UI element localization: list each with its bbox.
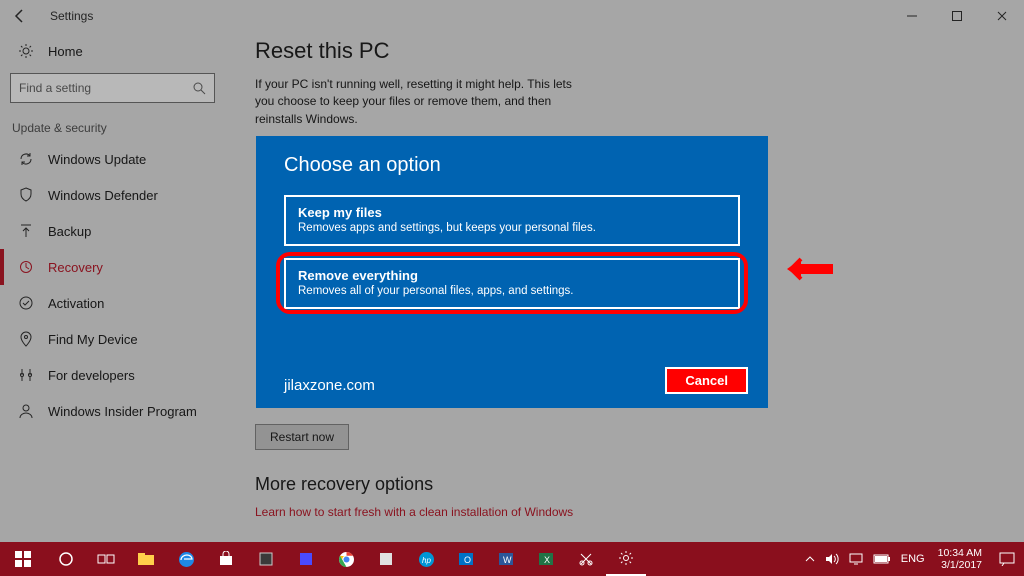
page-description: If your PC isn't running well, resetting… bbox=[255, 76, 585, 128]
taskbar-app-settings[interactable] bbox=[606, 542, 646, 576]
tray-chevron-icon[interactable] bbox=[800, 542, 820, 576]
start-button[interactable] bbox=[0, 542, 46, 576]
sidebar-item-windows-update[interactable]: Windows Update bbox=[0, 141, 225, 177]
titlebar: Settings bbox=[0, 0, 1024, 32]
backup-icon bbox=[18, 223, 34, 239]
sidebar-item-for-developers[interactable]: For developers bbox=[0, 357, 225, 393]
activation-icon bbox=[18, 295, 34, 311]
search-placeholder: Find a setting bbox=[19, 81, 91, 95]
watermark-text: jilaxzone.com bbox=[284, 377, 375, 394]
sidebar-item-insider[interactable]: Windows Insider Program bbox=[0, 393, 225, 429]
sidebar-item-recovery[interactable]: Recovery bbox=[0, 249, 225, 285]
tray-clock[interactable]: 10:34 AM 3/1/2017 bbox=[930, 547, 990, 571]
taskbar-app-chrome[interactable] bbox=[326, 542, 366, 576]
tray-battery-icon[interactable] bbox=[868, 542, 896, 576]
taskbar-app-generic-3[interactable] bbox=[366, 542, 406, 576]
task-view-button[interactable] bbox=[86, 542, 126, 576]
sidebar-item-label: Windows Update bbox=[48, 152, 146, 167]
more-recovery-heading: More recovery options bbox=[255, 474, 984, 495]
taskbar: hp O W X ENG 10:34 AM 3/1/2017 bbox=[0, 542, 1024, 576]
dialog-title: Choose an option bbox=[284, 154, 740, 177]
sidebar-item-windows-defender[interactable]: Windows Defender bbox=[0, 177, 225, 213]
tray-language[interactable]: ENG bbox=[896, 542, 930, 576]
option-title: Remove everything bbox=[298, 268, 726, 283]
option-keep-my-files[interactable]: Keep my files Removes apps and settings,… bbox=[284, 195, 740, 246]
sidebar-home-label: Home bbox=[48, 44, 83, 59]
taskbar-app-word[interactable]: W bbox=[486, 542, 526, 576]
tray-time: 10:34 AM bbox=[938, 547, 982, 559]
gear-icon bbox=[18, 43, 34, 59]
location-icon bbox=[18, 331, 34, 347]
taskbar-app-store[interactable] bbox=[206, 542, 246, 576]
svg-text:W: W bbox=[503, 555, 512, 565]
sidebar-item-label: Activation bbox=[48, 296, 104, 311]
taskbar-app-hp[interactable]: hp bbox=[406, 542, 446, 576]
minimize-button[interactable] bbox=[889, 0, 934, 32]
taskbar-app-explorer[interactable] bbox=[126, 542, 166, 576]
option-desc: Removes apps and settings, but keeps you… bbox=[298, 222, 726, 234]
cortana-button[interactable] bbox=[46, 542, 86, 576]
sidebar-item-activation[interactable]: Activation bbox=[0, 285, 225, 321]
sidebar-item-label: Recovery bbox=[48, 260, 103, 275]
shield-icon bbox=[18, 187, 34, 203]
developer-icon bbox=[18, 367, 34, 383]
window-title: Settings bbox=[50, 9, 93, 23]
tray-date: 3/1/2017 bbox=[938, 559, 982, 571]
tray-network-icon[interactable] bbox=[844, 542, 868, 576]
page-heading: Reset this PC bbox=[255, 38, 984, 64]
taskbar-app-generic-2[interactable] bbox=[286, 542, 326, 576]
taskbar-app-edge[interactable] bbox=[166, 542, 206, 576]
cancel-button[interactable]: Cancel bbox=[665, 367, 748, 394]
svg-text:hp: hp bbox=[422, 556, 431, 565]
option-title: Keep my files bbox=[298, 205, 726, 220]
sidebar-item-label: Backup bbox=[48, 224, 91, 239]
annotation-highlight bbox=[276, 252, 748, 314]
search-icon bbox=[192, 81, 206, 95]
maximize-button[interactable] bbox=[934, 0, 979, 32]
sidebar-item-find-my-device[interactable]: Find My Device bbox=[0, 321, 225, 357]
sidebar-home[interactable]: Home bbox=[0, 35, 225, 67]
person-icon bbox=[18, 403, 34, 419]
sidebar-item-label: Find My Device bbox=[48, 332, 138, 347]
sidebar-item-label: Windows Defender bbox=[48, 188, 158, 203]
tray-volume-icon[interactable] bbox=[820, 542, 844, 576]
back-button[interactable] bbox=[0, 0, 40, 32]
start-fresh-link[interactable]: Learn how to start fresh with a clean in… bbox=[255, 505, 573, 519]
sidebar-item-label: For developers bbox=[48, 368, 135, 383]
sidebar-item-label: Windows Insider Program bbox=[48, 404, 197, 419]
svg-text:X: X bbox=[544, 555, 550, 565]
sidebar-section-label: Update & security bbox=[0, 113, 225, 141]
sidebar: Home Find a setting Update & security Wi… bbox=[0, 35, 225, 429]
option-desc: Removes all of your personal files, apps… bbox=[298, 285, 726, 297]
sidebar-item-backup[interactable]: Backup bbox=[0, 213, 225, 249]
sync-icon bbox=[18, 151, 34, 167]
taskbar-app-generic-1[interactable] bbox=[246, 542, 286, 576]
reset-options-dialog: Choose an option Keep my files Removes a… bbox=[256, 136, 768, 408]
search-input[interactable]: Find a setting bbox=[10, 73, 215, 103]
close-button[interactable] bbox=[979, 0, 1024, 32]
taskbar-app-excel[interactable]: X bbox=[526, 542, 566, 576]
recovery-icon bbox=[18, 259, 34, 275]
taskbar-app-outlook[interactable]: O bbox=[446, 542, 486, 576]
taskbar-app-snip[interactable] bbox=[566, 542, 606, 576]
restart-now-button[interactable]: Restart now bbox=[255, 424, 349, 450]
annotation-arrow-icon bbox=[785, 255, 835, 283]
svg-text:O: O bbox=[464, 555, 471, 565]
action-center-button[interactable] bbox=[990, 542, 1024, 576]
option-remove-everything[interactable]: Remove everything Removes all of your pe… bbox=[284, 258, 740, 309]
